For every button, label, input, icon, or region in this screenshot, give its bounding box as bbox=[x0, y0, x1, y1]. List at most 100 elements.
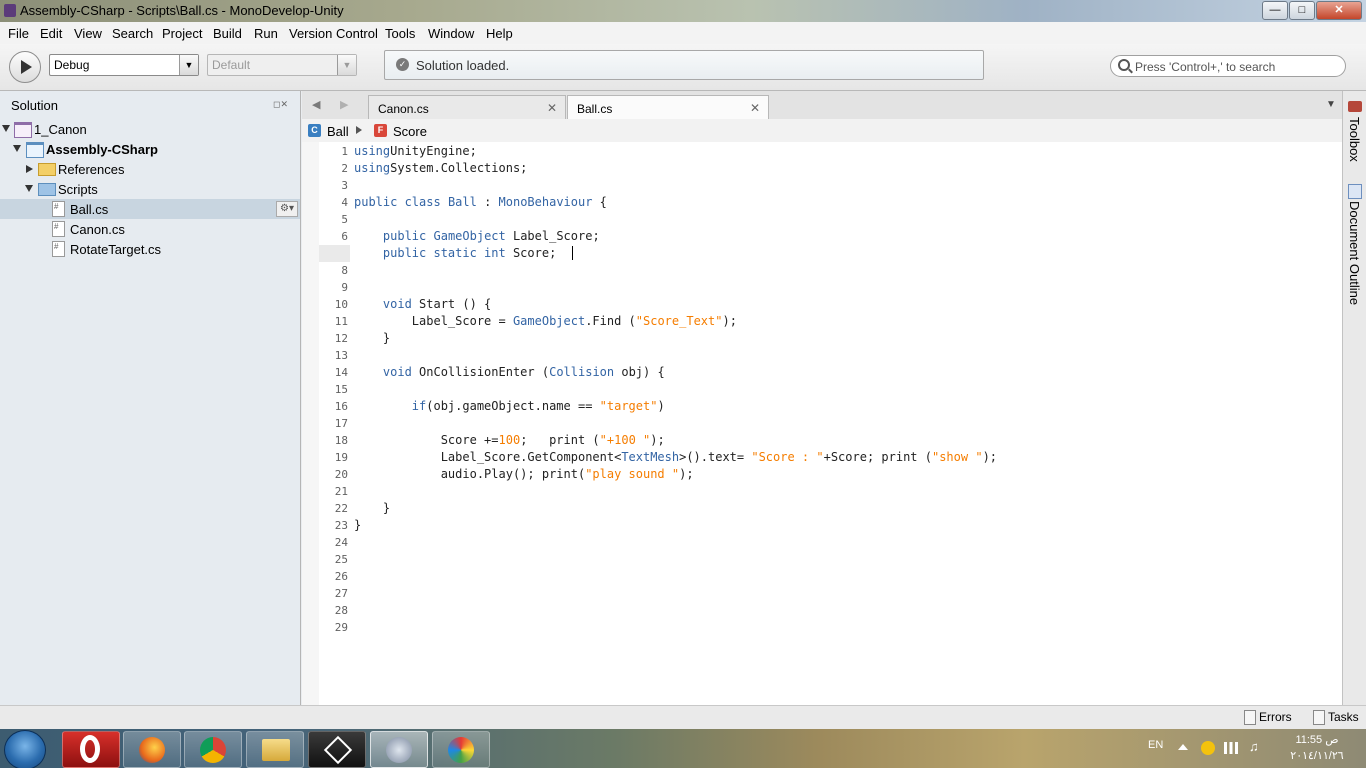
line-number: 27 bbox=[334, 587, 348, 600]
title-bar: Assembly-CSharp - Scripts\Ball.cs - Mono… bbox=[0, 0, 1366, 22]
menu-version-control[interactable]: Version Control bbox=[289, 26, 378, 41]
csharp-file-icon: # bbox=[52, 241, 65, 257]
code-line[interactable]: void OnCollisionEnter (Collision obj) { bbox=[354, 365, 665, 379]
pane-controls[interactable]: ◻✕ bbox=[273, 99, 288, 110]
code-line[interactable]: void Start () { bbox=[354, 297, 491, 311]
configuration-select[interactable]: Debug ▼ bbox=[49, 54, 199, 76]
errors-button[interactable]: Errors bbox=[1259, 710, 1292, 724]
tree-row-references[interactable]: References bbox=[0, 159, 300, 179]
tab-ball-cs[interactable]: Ball.cs ✕ bbox=[567, 95, 769, 121]
show-hidden-icons-icon[interactable] bbox=[1178, 744, 1188, 750]
tree-row-scripts[interactable]: Scripts bbox=[0, 179, 300, 199]
gear-icon[interactable]: ⚙▾ bbox=[276, 201, 298, 217]
code-token: } bbox=[354, 501, 391, 515]
monodevelop-taskbar-button[interactable] bbox=[370, 731, 428, 768]
tree-row-canon-cs[interactable]: # Canon.cs bbox=[0, 219, 300, 239]
code-line[interactable]: public GameObject Label_Score; bbox=[354, 229, 600, 243]
line-number: 21 bbox=[334, 485, 348, 498]
code-token: "play sound " bbox=[585, 467, 680, 481]
breadcrumb-member[interactable]: Score bbox=[393, 124, 427, 139]
expander-open-icon[interactable] bbox=[2, 125, 10, 132]
menu-help[interactable]: Help bbox=[486, 26, 513, 41]
code-line[interactable]: usingUnityEngine; bbox=[354, 144, 477, 158]
project-icon bbox=[26, 142, 44, 158]
chrome-icon bbox=[200, 737, 226, 763]
network-plus-icon[interactable] bbox=[1201, 741, 1215, 755]
code-line[interactable]: audio.Play(); print("play sound "); bbox=[354, 467, 694, 481]
code-line[interactable]: Label_Score.GetComponent<TextMesh>().tex… bbox=[354, 450, 997, 464]
class-icon: C bbox=[308, 124, 321, 137]
maximize-button[interactable]: □ bbox=[1289, 1, 1315, 20]
opera-icon bbox=[80, 735, 100, 763]
tree-row-rotatetarget-cs[interactable]: # RotateTarget.cs bbox=[0, 239, 300, 259]
code-line[interactable]: public class Ball : MonoBehaviour { bbox=[354, 195, 607, 209]
file-label: RotateTarget.cs bbox=[70, 242, 162, 257]
tab-canon-cs[interactable]: Canon.cs ✕ bbox=[368, 95, 566, 120]
signal-icon[interactable] bbox=[1224, 742, 1238, 754]
expander-open-icon[interactable] bbox=[25, 185, 33, 192]
expander-closed-icon[interactable] bbox=[26, 165, 33, 173]
status-area: ✓ Solution loaded. bbox=[384, 50, 984, 80]
clock-date[interactable]: ٢٠١٤/١١/٢٦ bbox=[1284, 749, 1350, 762]
menu-file[interactable]: File bbox=[8, 26, 29, 41]
language-indicator[interactable]: EN bbox=[1148, 739, 1163, 751]
tree-row-ball-cs[interactable]: # Ball.cs ⚙▾ bbox=[0, 199, 300, 219]
menu-tools[interactable]: Tools bbox=[385, 26, 415, 41]
code-line[interactable]: public static int Score; bbox=[354, 246, 556, 260]
chevron-down-icon[interactable]: ▼ bbox=[337, 55, 356, 75]
firefox-taskbar-button[interactable] bbox=[123, 731, 181, 768]
expander-open-icon[interactable] bbox=[13, 145, 21, 152]
menu-view[interactable]: View bbox=[74, 26, 102, 41]
code-line[interactable]: if(obj.gameObject.name == "target") bbox=[354, 399, 665, 413]
document-outline-tab[interactable]: Document Outline bbox=[1347, 201, 1362, 305]
line-number: 18 bbox=[334, 434, 348, 447]
toolbox-tab[interactable]: Toolbox bbox=[1347, 117, 1362, 162]
start-button[interactable] bbox=[4, 730, 46, 768]
code-line[interactable]: } bbox=[354, 518, 361, 532]
paint-taskbar-button[interactable] bbox=[432, 731, 490, 768]
menu-project[interactable]: Project bbox=[162, 26, 202, 41]
project-name: Assembly-CSharp bbox=[46, 142, 158, 157]
platform-select[interactable]: Default ▼ bbox=[207, 54, 357, 76]
code-line[interactable]: usingSystem.Collections; bbox=[354, 161, 527, 175]
close-icon[interactable]: ✕ bbox=[547, 101, 557, 115]
tasks-button[interactable]: Tasks bbox=[1328, 710, 1359, 724]
code-token: ; print ( bbox=[520, 433, 600, 447]
line-number: 20 bbox=[334, 468, 348, 481]
unity-taskbar-button[interactable] bbox=[308, 731, 366, 768]
close-window-button[interactable]: ✕ bbox=[1316, 1, 1362, 20]
menu-run[interactable]: Run bbox=[254, 26, 278, 41]
explorer-taskbar-button[interactable] bbox=[246, 731, 304, 768]
editor-gutter[interactable] bbox=[302, 142, 320, 705]
menu-search[interactable]: Search bbox=[112, 26, 153, 41]
chrome-taskbar-button[interactable] bbox=[184, 731, 242, 768]
breadcrumb-class[interactable]: Ball bbox=[327, 124, 349, 139]
code-line[interactable]: Score +=100; print ("+100 "); bbox=[354, 433, 665, 447]
tree-row-solution[interactable]: 1_Canon bbox=[0, 119, 300, 139]
nav-forward-icon[interactable]: ▶ bbox=[340, 98, 348, 111]
code-line[interactable]: Label_Score = GameObject.Find ("Score_Te… bbox=[354, 314, 737, 328]
minimize-button[interactable]: — bbox=[1262, 1, 1288, 20]
code-line[interactable]: } bbox=[354, 331, 390, 345]
code-editor[interactable]: usingUnityEngine; usingSystem.Collections… bbox=[350, 142, 1342, 705]
code-line[interactable]: } bbox=[354, 501, 390, 515]
search-input[interactable] bbox=[1133, 58, 1342, 75]
menu-edit[interactable]: Edit bbox=[40, 26, 62, 41]
chevron-down-icon[interactable]: ▼ bbox=[179, 55, 198, 75]
breadcrumb-separator-icon bbox=[356, 126, 362, 134]
menu-build[interactable]: Build bbox=[213, 26, 242, 41]
tree-row-project[interactable]: Assembly-CSharp bbox=[0, 139, 300, 159]
run-button[interactable] bbox=[9, 51, 41, 83]
clock-time[interactable]: 11:55 ص bbox=[1284, 733, 1350, 746]
close-icon[interactable]: ✕ bbox=[750, 101, 760, 115]
nav-back-icon[interactable]: ◀ bbox=[312, 98, 320, 111]
volume-icon[interactable]: ♫ bbox=[1249, 739, 1263, 754]
right-dock: Toolbox Document Outline bbox=[1342, 91, 1366, 705]
menu-window[interactable]: Window bbox=[428, 26, 474, 41]
code-token: obj) { bbox=[614, 365, 665, 379]
csharp-file-icon: # bbox=[52, 201, 65, 217]
tab-list-chevron-icon[interactable]: ▼ bbox=[1326, 99, 1336, 110]
opera-taskbar-button[interactable] bbox=[62, 731, 120, 768]
search-box[interactable] bbox=[1110, 55, 1346, 77]
